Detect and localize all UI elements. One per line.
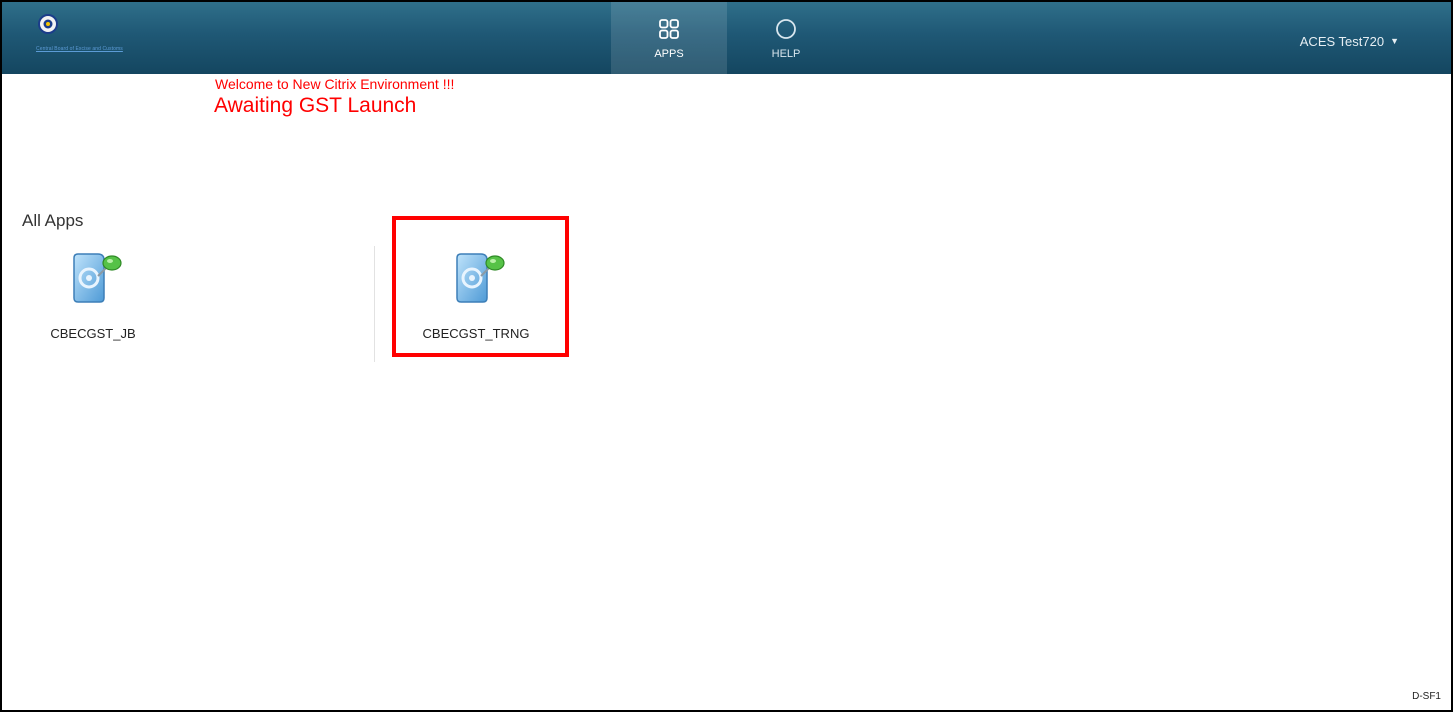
tab-apps-label: APPS: [654, 48, 684, 60]
user-name: ACES Test720: [1299, 34, 1385, 49]
tab-apps[interactable]: APPS: [611, 2, 727, 74]
app-name: CBECGST_JB: [50, 326, 136, 341]
launch-status-message: Awaiting GST Launch: [214, 94, 417, 117]
help-circle-icon: [776, 19, 796, 39]
selection-highlight-box: [392, 216, 569, 357]
apps-grid-icon: [659, 19, 679, 39]
page-frame: Central Board of Excise and Customs APPS…: [0, 0, 1453, 712]
welcome-message: Welcome to New Citrix Environment !!!: [215, 76, 455, 92]
logo-text: Central Board of Excise and Customs: [36, 46, 123, 52]
tab-help-label: HELP: [771, 48, 801, 60]
app-tile-cbecgst-jb[interactable]: CBECGST_JB: [8, 242, 178, 352]
server-code: D-SF1: [1412, 691, 1441, 702]
top-navigation-bar: Central Board of Excise and Customs APPS…: [2, 2, 1451, 74]
tab-help[interactable]: HELP: [728, 2, 844, 74]
app-divider: [374, 246, 375, 362]
emblem-icon: [38, 14, 58, 34]
chevron-down-icon: ▼: [1390, 36, 1399, 46]
all-apps-heading: All Apps: [22, 211, 84, 230]
app-pushpin-icon: [73, 253, 122, 303]
cbec-logo[interactable]: Central Board of Excise and Customs: [36, 14, 170, 62]
user-menu[interactable]: ACES Test720 ▼: [1300, 34, 1399, 49]
